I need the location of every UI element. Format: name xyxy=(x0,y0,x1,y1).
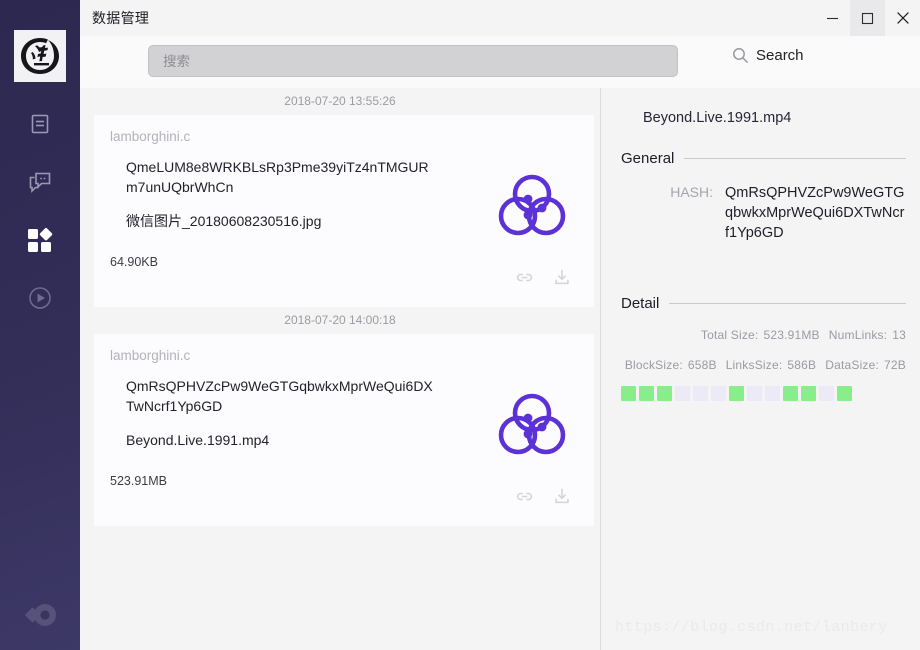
detail-label: Detail xyxy=(621,295,660,312)
sidebar-footer-logo xyxy=(0,598,80,632)
block-map xyxy=(621,386,906,401)
block-cell xyxy=(639,386,654,401)
window-controls xyxy=(815,0,920,36)
hash-value: QmRsQPHVZcPw9WeGTGqbwkxMprWeQui6DXTwNcrf… xyxy=(725,185,905,241)
detail-title: Beyond.Live.1991.mp4 xyxy=(643,110,792,126)
search-input[interactable] xyxy=(148,45,678,77)
block-cell xyxy=(765,386,780,401)
block-cell xyxy=(657,386,672,401)
card-logo xyxy=(498,390,566,463)
play-circle-icon xyxy=(29,287,51,309)
document-icon xyxy=(31,114,49,134)
block-cell xyxy=(675,386,690,401)
stats-line-2: BlockSize: 658B LinksSize: 586B DataSize: 72B xyxy=(621,358,906,372)
apps-grid-icon xyxy=(28,227,53,252)
sidebar xyxy=(0,0,80,650)
linkssize-key: LinksSize: xyxy=(725,358,783,372)
download-button[interactable] xyxy=(552,486,572,506)
search-button-label: Search xyxy=(756,47,804,64)
block-cell xyxy=(747,386,762,401)
close-icon xyxy=(896,12,909,24)
card-owner: lamborghini.c xyxy=(110,129,191,144)
card-owner: lamborghini.c xyxy=(110,348,191,363)
content-split: 2018-07-20 13:55:26 lamborghini.c QmeLUM… xyxy=(80,88,920,650)
general-section-header: General xyxy=(621,150,906,167)
ipfs-trefoil-icon xyxy=(498,174,566,236)
window-title: 数据管理 xyxy=(92,10,150,26)
stats-line-1: Total Size: 523.91MB NumLinks: 13 xyxy=(621,328,906,342)
block-cell xyxy=(621,386,636,401)
copy-link-button[interactable] xyxy=(515,268,534,287)
card-hash: QmeLUM8e8WRKBLsRp3Pme39yiTz4nTMGURm7unUQ… xyxy=(126,159,429,195)
maximize-icon xyxy=(861,12,874,24)
block-cell xyxy=(783,386,798,401)
detail-section-header: Detail xyxy=(621,295,906,312)
blocksize-key: BlockSize: xyxy=(624,358,683,372)
hash-row: HASH: QmRsQPHVZcPw9WeGTGqbwkxMprWeQui6DX… xyxy=(621,183,906,243)
hash-key: HASH: xyxy=(670,184,713,200)
sidebar-item-chat[interactable] xyxy=(0,161,80,203)
block-cell xyxy=(693,386,708,401)
search-button[interactable]: Search xyxy=(732,47,804,64)
minimize-button[interactable] xyxy=(815,0,850,36)
datasize-value: 72B xyxy=(884,358,906,372)
ipfs-trefoil-icon xyxy=(498,393,566,455)
copy-link-icon xyxy=(516,273,533,281)
watermark: https://blog.csdn.net/lanbery xyxy=(615,619,888,636)
section-divider xyxy=(684,158,906,159)
blocksize-value: 658B xyxy=(687,358,717,372)
card-logo xyxy=(498,171,566,244)
datasize-key: DataSize: xyxy=(825,358,880,372)
detail-pane: Beyond.Live.1991.mp4 General HASH: QmRsQ… xyxy=(600,88,920,650)
title-bar: 数据管理 xyxy=(80,0,920,36)
linkssize-value: 586B xyxy=(787,358,817,372)
card-timestamp: 2018-07-20 13:55:26 xyxy=(284,94,396,108)
ink-brush-logo-icon xyxy=(21,38,59,74)
total-size-key: Total Size: xyxy=(700,328,759,342)
block-cell xyxy=(729,386,744,401)
numlinks-value: 13 xyxy=(892,328,906,342)
minimize-icon xyxy=(827,17,838,19)
sidebar-item-apps[interactable] xyxy=(0,219,80,261)
block-cell xyxy=(711,386,726,401)
block-cell xyxy=(819,386,834,401)
copy-link-icon xyxy=(516,492,533,500)
main-area: 数据管理 搜索 Search 2018-07-20 13:55:26 lambo… xyxy=(80,0,920,650)
ipfs-logo-icon xyxy=(25,604,56,626)
card-actions xyxy=(515,486,572,506)
copy-link-button[interactable] xyxy=(515,487,534,506)
list-item[interactable]: lamborghini.c QmRsQPHVZcPw9WeGTGqbwkxMpr… xyxy=(94,334,594,526)
card-timestamp: 2018-07-20 14:00:18 xyxy=(284,313,396,327)
brand-logo xyxy=(14,30,66,82)
file-list-pane[interactable]: 2018-07-20 13:55:26 lamborghini.c QmeLUM… xyxy=(80,88,600,650)
card-size: 523.91MB xyxy=(110,474,167,488)
sidebar-item-play[interactable] xyxy=(0,277,80,319)
maximize-button[interactable] xyxy=(850,0,885,36)
card-actions xyxy=(515,267,572,287)
block-cell xyxy=(801,386,816,401)
general-label: General xyxy=(621,150,675,167)
app-window: 数据管理 搜索 Search 2018-07-20 13:55:26 lambo… xyxy=(0,0,920,650)
close-button[interactable] xyxy=(885,0,920,36)
card-size: 64.90KB xyxy=(110,255,158,269)
section-divider xyxy=(669,303,906,304)
numlinks-key: NumLinks: xyxy=(828,328,888,342)
search-icon xyxy=(733,48,749,64)
download-icon xyxy=(555,488,569,504)
block-cell xyxy=(837,386,852,401)
card-filename: 微信图片_20180608230516.jpg xyxy=(126,212,322,229)
download-icon xyxy=(555,269,569,285)
total-size-value: 523.91MB xyxy=(763,328,820,342)
sidebar-item-document[interactable] xyxy=(0,103,80,145)
chat-icon xyxy=(29,172,51,193)
card-filename: Beyond.Live.1991.mp4 xyxy=(126,431,270,448)
search-row: Search xyxy=(80,36,920,88)
card-hash: QmRsQPHVZcPw9WeGTGqbwkxMprWeQui6DXTwNcrf… xyxy=(126,378,433,414)
download-button[interactable] xyxy=(552,267,572,287)
list-item[interactable]: lamborghini.c QmeLUM8e8WRKBLsRp3Pme39yiT… xyxy=(94,115,594,307)
